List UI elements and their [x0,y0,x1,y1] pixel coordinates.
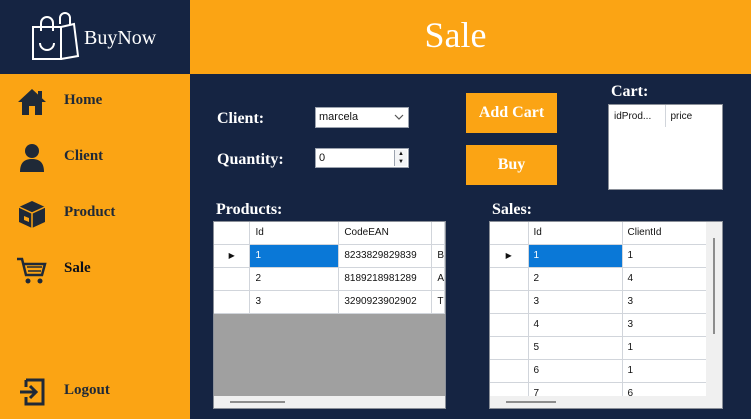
quantity-stepper[interactable]: 0 ▲ ▼ [315,148,409,168]
sidebar-item-label: Product [64,204,116,220]
add-cart-button[interactable]: Add Cart [466,93,557,133]
cart-icon [17,257,47,284]
table-row[interactable]: 2 8189218981289 A [214,267,445,291]
quantity-value: 0 [319,152,326,164]
table-row[interactable]: 5 1 [490,336,709,360]
scrollbar-thumb[interactable] [713,238,715,334]
sales-grid[interactable]: Id ClientId ▶ 1 1 2 4 3 3 4 3 5 1 6 1 7 … [489,221,723,409]
row-selector-icon: ▶ [214,244,251,268]
shopping-bag-icon [32,12,80,60]
column-header[interactable]: Id [528,222,623,245]
sidebar-item-label: Logout [64,382,110,398]
column-header[interactable]: CodeEAN [338,222,433,245]
table-cell[interactable]: 1 [528,244,623,268]
table-row[interactable]: 3 3 [490,290,709,314]
products-label: Products: [216,201,283,218]
vertical-scrollbar[interactable] [706,222,722,398]
sales-label: Sales: [492,201,532,218]
sidebar-item-sale[interactable]: Sale [0,248,190,292]
table-cell[interactable]: A [431,267,445,291]
client-select-value: marcela [319,111,359,123]
column-header[interactable]: Id [249,222,340,245]
quantity-label: Quantity: [217,151,284,168]
table-cell[interactable]: 2 [249,267,340,291]
client-select[interactable]: marcela [315,107,409,128]
sidebar-item-label: Client [64,148,104,164]
table-cell[interactable]: T [431,290,445,314]
logout-button[interactable]: Logout [0,370,190,414]
row-selector-icon: ▶ [490,244,529,268]
column-header[interactable]: idProd... [609,105,666,127]
sidebar: Home Client Product Sale Logout [0,74,190,419]
table-cell[interactable]: 3 [249,290,340,314]
table-cell[interactable]: 3 [622,290,709,314]
sidebar-item-client[interactable]: Client [0,136,190,180]
home-icon [18,89,46,115]
products-grid[interactable]: Id CodeEAN ▶ 1 8233829829839 B 2 8189218… [213,221,446,409]
table-cell[interactable]: 3290923902902 [338,290,433,314]
page-header: Sale [190,0,751,74]
sidebar-item-home[interactable]: Home [0,80,190,124]
sidebar-item-label: Home [64,92,103,108]
client-label: Client: [217,110,265,127]
table-row[interactable]: ▶ 1 8233829829839 B [214,244,445,268]
chevron-down-icon [394,114,404,120]
scrollbar-thumb[interactable] [230,401,285,403]
cart-grid[interactable]: idProd... price [608,104,723,190]
decrement-icon[interactable]: ▼ [395,158,407,166]
brand-name: BuyNow [84,27,157,49]
table-cell[interactable]: 5 [528,336,623,360]
box-icon [18,201,46,228]
table-row[interactable]: 6 1 [490,359,709,383]
user-icon [20,144,44,172]
table-cell[interactable]: 3 [622,313,709,337]
sidebar-item-label: Sale [64,260,91,276]
stepper-buttons[interactable]: ▲ ▼ [394,150,407,166]
table-row[interactable]: 2 4 [490,267,709,291]
cart-label: Cart: [611,83,649,100]
logout-icon [20,378,45,406]
table-cell[interactable]: 1 [622,244,709,268]
table-cell[interactable]: 3 [528,290,623,314]
table-cell[interactable]: 1 [622,336,709,360]
table-cell[interactable]: 1 [249,244,340,268]
brand-area: BuyNow [0,0,190,74]
table-cell[interactable]: 4 [622,267,709,291]
page-title: Sale [424,15,487,55]
scrollbar-thumb[interactable] [506,401,556,403]
table-row[interactable]: 4 3 [490,313,709,337]
table-cell[interactable]: B [431,244,445,268]
table-cell[interactable]: 6 [528,359,623,383]
buy-button[interactable]: Buy [466,145,557,185]
table-cell[interactable]: 8189218981289 [338,267,433,291]
table-cell[interactable]: 1 [622,359,709,383]
horizontal-scrollbar[interactable] [214,396,445,408]
table-cell[interactable]: 2 [528,267,623,291]
increment-icon[interactable]: ▲ [395,150,407,158]
table-row[interactable]: 3 3290923902902 T [214,290,445,314]
table-row[interactable]: ▶ 1 1 [490,244,709,268]
column-header[interactable]: ClientId [622,222,709,245]
sidebar-item-product[interactable]: Product [0,192,190,236]
table-cell[interactable]: 8233829829839 [338,244,433,268]
table-cell[interactable]: 4 [528,313,623,337]
horizontal-scrollbar[interactable] [490,396,722,408]
column-header[interactable]: price [665,105,722,127]
column-header[interactable] [431,222,445,245]
